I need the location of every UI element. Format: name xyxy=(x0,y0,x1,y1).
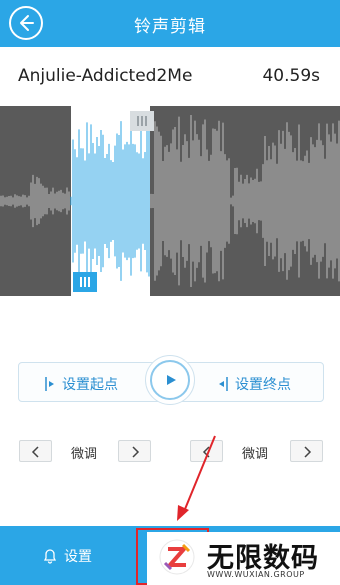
end-handle[interactable] xyxy=(130,111,154,131)
fine-tune-right-label: 微调 xyxy=(242,447,269,462)
song-name: Anjulie-Addicted2Me xyxy=(18,66,193,86)
bell-icon xyxy=(43,549,57,564)
watermark-subtitle: WWW.WUXIAN.GROUP xyxy=(207,570,305,579)
fine-tune-left-increase[interactable] xyxy=(118,440,151,462)
fine-tune-left-decrease[interactable] xyxy=(19,440,52,462)
set-end-button[interactable]: 设置终点 xyxy=(217,374,291,394)
fine-tune-right-increase[interactable] xyxy=(290,440,323,462)
page-title: 铃声剪辑 xyxy=(134,17,206,37)
set-start-label: 设置起点 xyxy=(62,377,118,393)
watermark-logo-icon xyxy=(159,539,195,575)
chevron-left-icon xyxy=(202,446,210,458)
watermark: 无限数码 WWW.WUXIAN.GROUP xyxy=(147,532,340,585)
app-header: 铃声剪辑 xyxy=(0,0,340,47)
set-start-icon xyxy=(45,377,54,391)
set-start-button[interactable]: 设置起点 xyxy=(44,374,118,394)
fine-tune-right-decrease[interactable] xyxy=(190,440,223,462)
set-end-label: 设置终点 xyxy=(235,377,291,393)
chevron-right-icon xyxy=(304,446,312,458)
chevron-right-icon xyxy=(132,446,140,458)
song-duration: 40.59s xyxy=(262,66,320,86)
settings-label: 设置 xyxy=(64,549,92,565)
start-handle[interactable] xyxy=(73,272,97,292)
set-end-icon xyxy=(219,377,228,391)
waveform-editor[interactable] xyxy=(0,106,340,296)
chevron-left-icon xyxy=(31,446,39,458)
play-button[interactable] xyxy=(145,355,195,405)
fine-tune-left-label: 微调 xyxy=(71,447,98,462)
waveform-graphic[interactable] xyxy=(0,106,340,296)
settings-button[interactable]: 设置 xyxy=(42,546,92,566)
play-icon xyxy=(167,375,176,385)
